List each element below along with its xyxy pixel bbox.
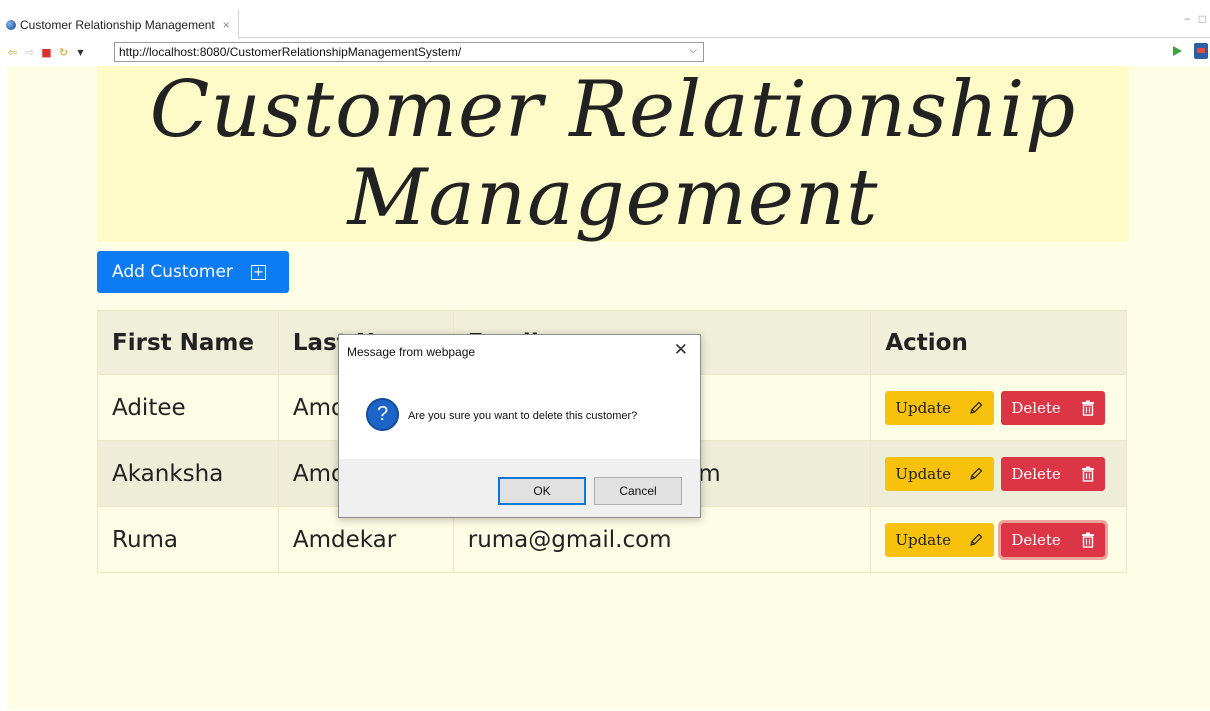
update-button[interactable]: Update [885,456,995,491]
add-customer-label: Add Customer [112,262,233,282]
browser-tab[interactable]: Customer Relationship Management × [0,10,239,39]
delete-label: Delete [1011,464,1061,483]
dialog-message: Are you sure you want to delete this cus… [408,410,638,422]
pencil-icon [968,400,984,416]
minimize-icon[interactable]: − [1184,12,1191,26]
address-history-icon[interactable]: ⌵ [689,45,697,56]
update-button[interactable]: Update [885,390,995,425]
external-browser-icon[interactable] [1194,43,1208,59]
first-name-cell: Ruma [97,506,279,573]
navigation-bar: ⇦ ⇨ ■ ↻ ▼ http://localhost:8080/Customer… [0,39,1210,66]
tab-close-icon[interactable]: × [223,18,230,32]
action-cell: Update Delete [870,506,1127,573]
page-title: Customer Relationship Management [149,65,1077,243]
delete-button[interactable]: Delete [1001,390,1106,425]
tab-title: Customer Relationship Management [20,17,215,32]
trash-icon [1081,466,1095,482]
close-icon[interactable]: ✕ [674,340,688,360]
forward-icon[interactable]: ⇨ [23,46,36,59]
browser-chrome: Customer Relationship Management × − □ ⇦… [0,10,1210,66]
action-cell: Update Delete [870,440,1127,507]
pencil-icon [968,532,984,548]
maximize-icon[interactable]: □ [1199,12,1206,26]
header-banner: Customer Relationship Management [97,66,1129,242]
first-name-cell: Aditee [97,374,279,441]
column-header-action: Action [870,310,1127,375]
update-label: Update [895,398,952,417]
window-controls: − □ [1184,12,1206,26]
delete-button[interactable]: Delete [1001,456,1106,491]
delete-label: Delete [1011,398,1061,417]
dialog-title: Message from webpage [347,345,476,359]
back-icon[interactable]: ⇦ [6,46,19,59]
pencil-icon [968,466,984,482]
address-text: http://localhost:8080/CustomerRelationsh… [119,45,462,59]
globe-icon [6,19,16,30]
plus-square-icon: + [250,264,266,280]
cancel-button[interactable]: Cancel [594,477,682,505]
update-label: Update [895,530,952,549]
go-icon[interactable] [1173,46,1182,56]
question-icon: ? [366,398,399,431]
address-bar[interactable]: http://localhost:8080/CustomerRelationsh… [114,42,704,62]
action-cell: Update Delete [870,374,1127,441]
trash-icon [1081,532,1095,548]
update-label: Update [895,464,952,483]
first-name-cell: Akanksha [97,440,279,507]
refresh-icon[interactable]: ↻ [57,46,70,59]
trash-icon [1081,400,1095,416]
ok-button[interactable]: OK [498,477,586,505]
update-button[interactable]: Update [885,522,995,557]
tab-strip: Customer Relationship Management × − □ [0,10,1210,39]
delete-label: Delete [1011,530,1061,549]
add-customer-button[interactable]: Add Customer + [97,251,289,293]
column-header-first-name: First Name [97,310,279,375]
delete-button[interactable]: Delete [1001,522,1106,557]
confirm-dialog: Message from webpage ✕ ? Are you sure yo… [338,334,701,518]
dropdown-arrow-icon[interactable]: ▼ [74,46,87,59]
stop-icon[interactable]: ■ [40,46,53,59]
